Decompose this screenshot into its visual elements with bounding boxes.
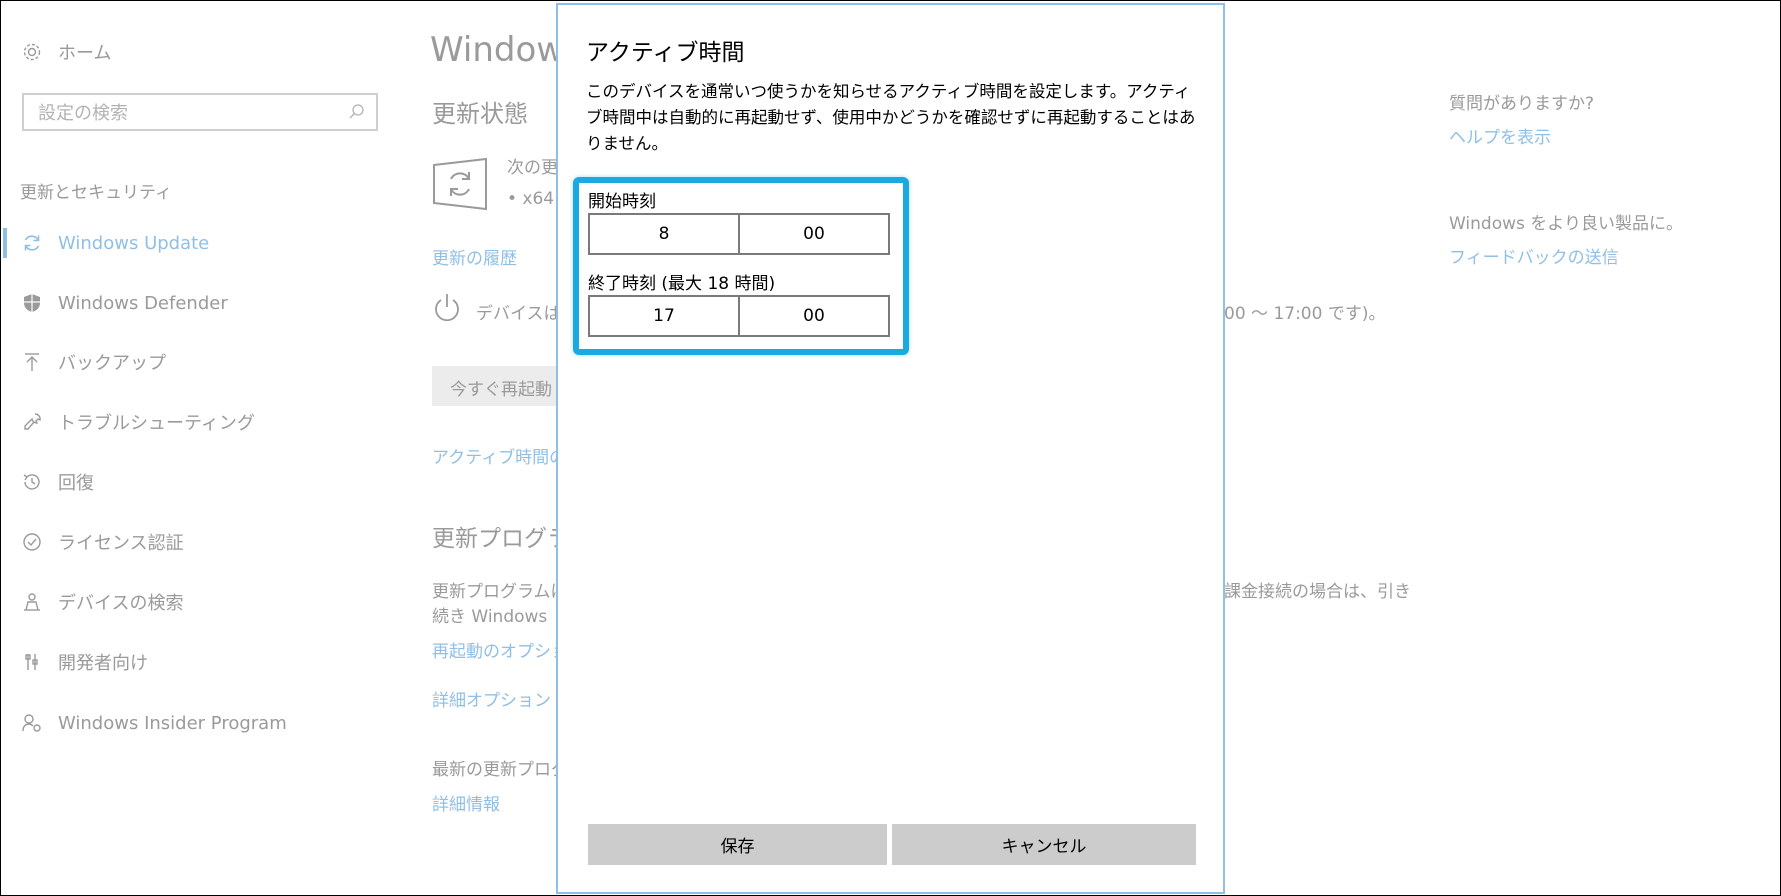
start-time-picker[interactable]: 8 00 — [588, 213, 890, 255]
status-heading: 更新状態 — [432, 100, 528, 128]
active-hours-dialog: アクティブ時間 このデバイスを通常いつ使うかを知らせるアクティブ時間を設定します… — [556, 3, 1225, 894]
search-placeholder: 設定の検索 — [38, 103, 128, 124]
active-hours-tail-text: 00 ～ 17:00 です)。 — [1224, 304, 1386, 324]
sidebar-item-label: トラブルシューティング — [58, 413, 255, 434]
sidebar-item-label: Windows Update — [58, 232, 210, 254]
device-status-text: デバイスは — [476, 304, 561, 324]
refresh-icon — [20, 231, 44, 255]
start-time-label: 開始時刻 — [588, 192, 656, 212]
wrench-icon — [20, 410, 44, 434]
update-settings-text-tail: 課金接続の場合は、引き — [1224, 582, 1411, 602]
sidebar-item-label: ライセンス認証 — [58, 533, 184, 554]
sidebar-item-find-device[interactable]: デバイスの検索 — [20, 582, 183, 622]
get-help-link[interactable]: ヘルプを表示 — [1449, 123, 1551, 148]
windows-update-status-icon — [432, 157, 488, 211]
sidebar-item-windows-update[interactable]: Windows Update — [20, 223, 209, 263]
sidebar-item-label: Windows Insider Program — [58, 712, 287, 734]
sidebar-item-developers[interactable]: 開発者向け — [20, 642, 148, 682]
sidebar-item-label: バックアップ — [58, 353, 166, 374]
settings-search-input[interactable]: 設定の検索 — [22, 93, 378, 131]
sidebar-item-insider[interactable]: Windows Insider Program — [20, 703, 287, 743]
more-info-link[interactable]: 詳細情報 — [432, 790, 500, 815]
sidebar-item-label: Windows Defender — [58, 292, 228, 314]
gear-icon — [20, 40, 44, 64]
sidebar-item-label: 回復 — [58, 473, 94, 494]
history-icon — [20, 470, 44, 494]
sidebar-item-troubleshoot[interactable]: トラブルシューティング — [20, 402, 255, 442]
restart-options-link[interactable]: 再起動のオプショ — [432, 637, 568, 662]
change-active-hours-link[interactable]: アクティブ時間の — [432, 443, 566, 468]
restart-now-label: 今すぐ再起動 — [450, 380, 552, 400]
search-icon[interactable] — [348, 103, 366, 121]
save-button[interactable]: 保存 — [588, 824, 887, 865]
dialog-description: このデバイスを通常いつ使うかを知らせるアクティブ時間を設定します。アクティブ時間… — [586, 82, 1196, 153]
improve-windows-heading: Windows をより良い製品に。 — [1449, 214, 1683, 234]
page-title: Window — [430, 30, 565, 70]
x64-text: • x64 — [507, 189, 555, 209]
advanced-options-link[interactable]: 詳細オプション — [432, 686, 551, 711]
active-indicator — [3, 228, 7, 258]
end-time-label: 終了時刻 (最大 18 時間) — [588, 274, 776, 294]
end-hour[interactable]: 17 — [590, 297, 738, 335]
latest-updates-text: 最新の更新プログ — [432, 760, 568, 780]
sidebar-home-label: ホーム — [58, 43, 112, 64]
update-settings-text-line2: 続き Windows — [432, 607, 548, 627]
sidebar-item-backup[interactable]: バックアップ — [20, 342, 166, 382]
start-minute[interactable]: 00 — [738, 215, 888, 253]
end-time-picker[interactable]: 17 00 — [588, 295, 890, 337]
cancel-button[interactable]: キャンセル — [892, 824, 1196, 865]
sidebar-home[interactable]: ホーム — [20, 32, 111, 72]
update-settings-text: 更新プログラムは — [432, 582, 568, 602]
question-heading: 質問がありますか? — [1449, 94, 1595, 114]
update-settings-heading: 更新プログラ — [432, 526, 570, 552]
restart-now-button[interactable]: 今すぐ再起動 — [432, 366, 562, 406]
sidebar-section-title: 更新とセキュリティ — [20, 183, 172, 203]
sidebar-item-label: デバイスの検索 — [58, 593, 184, 614]
start-hour[interactable]: 8 — [590, 215, 738, 253]
end-minute[interactable]: 00 — [738, 297, 888, 335]
power-icon — [432, 292, 462, 328]
sidebar-item-recovery[interactable]: 回復 — [20, 462, 94, 502]
insider-person-icon — [20, 711, 44, 735]
shield-icon — [20, 291, 44, 315]
sidebar-item-label: 開発者向け — [58, 653, 148, 674]
update-history-link[interactable]: 更新の履歴 — [432, 244, 517, 269]
next-update-text: 次の更 — [507, 158, 558, 178]
upload-arrow-icon — [20, 350, 44, 374]
sidebar-item-activation[interactable]: ライセンス認証 — [20, 522, 184, 562]
dialog-title: アクティブ時間 — [586, 40, 745, 66]
send-feedback-link[interactable]: フィードバックの送信 — [1449, 243, 1619, 268]
developer-tools-icon — [20, 650, 44, 674]
sidebar-item-windows-defender[interactable]: Windows Defender — [20, 283, 228, 323]
check-circle-icon — [20, 530, 44, 554]
person-location-icon — [20, 590, 44, 614]
